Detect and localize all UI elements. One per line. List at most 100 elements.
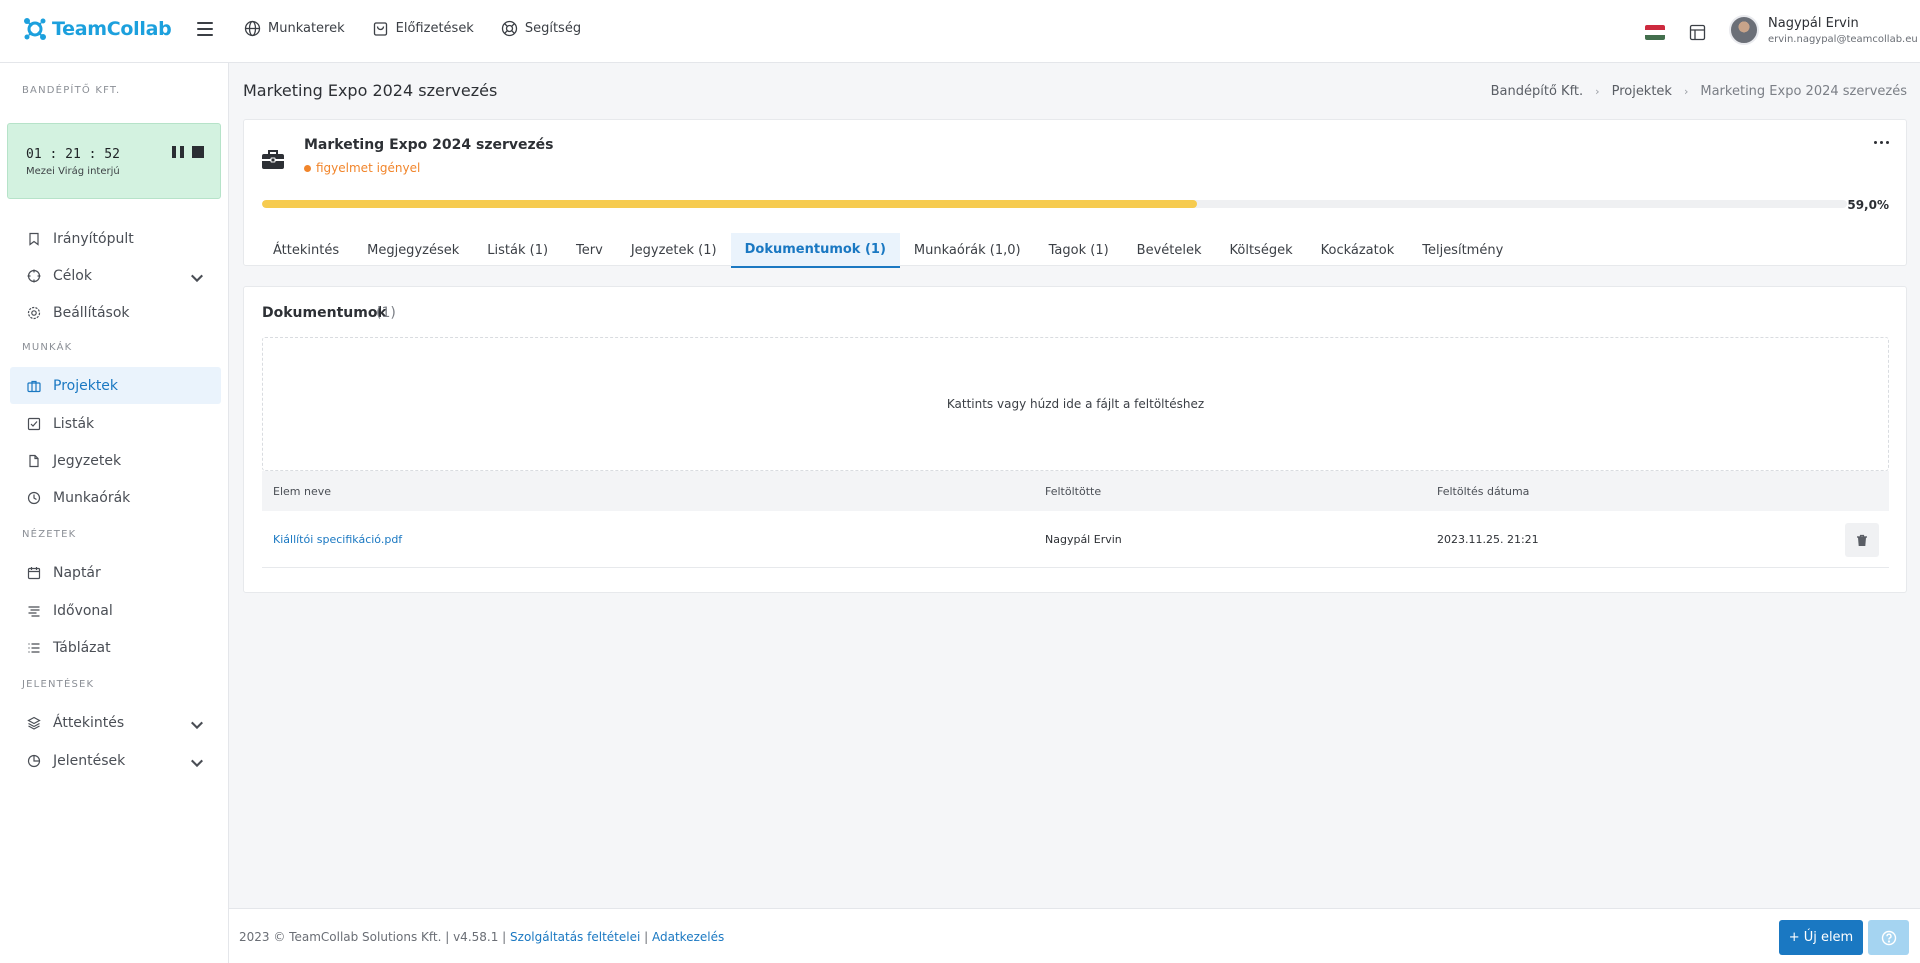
tab-attekintes[interactable]: Áttekintés — [259, 233, 353, 268]
user-email: ervin.nagypal@teamcollab.eu — [1768, 33, 1918, 45]
sidebar-item-projektek[interactable]: Projektek — [10, 367, 221, 404]
avatar — [1729, 15, 1759, 45]
copyright: 2023 © TeamCollab Solutions Kft. | v4.58… — [239, 930, 507, 944]
chevron-right-icon: › — [1683, 85, 1689, 98]
shopping-bag-icon — [373, 22, 387, 36]
tab-teljesitmeny[interactable]: Teljesítmény — [1408, 233, 1517, 268]
clock-icon — [27, 491, 41, 504]
delete-button[interactable] — [1845, 523, 1879, 557]
layers-icon — [27, 716, 41, 730]
list-icon — [28, 642, 40, 653]
sidebar-item-label: Projektek — [53, 377, 119, 394]
hungarian-flag-icon[interactable] — [1645, 25, 1665, 40]
sidebar-item-jelentesek[interactable]: Jelentések — [10, 742, 221, 779]
stop-icon[interactable] — [192, 146, 204, 158]
documents-title: Dokumentumok — [262, 305, 387, 321]
progress-fill — [262, 200, 1198, 208]
status-badge: figyelmet igényel — [304, 161, 420, 175]
documents-card: Dokumentumok (1) Kattints vagy húzd ide … — [243, 286, 1907, 593]
sidebar-item-attekintes[interactable]: Áttekintés — [10, 704, 221, 741]
uploader: Nagypál Ervin — [1045, 532, 1122, 546]
new-item-label: Új elem — [1803, 930, 1854, 945]
sidebar-item-celok[interactable]: Célok — [10, 257, 221, 294]
sidebar-item-munkaorak[interactable]: Munkaórák — [10, 479, 221, 516]
tab-megjegyzesek[interactable]: Megjegyzések — [353, 233, 473, 268]
sidebar-item-idovonal[interactable]: Idővonal — [10, 592, 221, 629]
breadcrumb-item[interactable]: Bandépítő Kft. — [1491, 84, 1584, 99]
sidebar-item-label: Jelentések — [53, 752, 126, 769]
topnav-label: Előfizetések — [395, 21, 474, 36]
tab-terv[interactable]: Terv — [562, 233, 617, 268]
tab-listak[interactable]: Listák (1) — [473, 233, 562, 268]
tab-dokumentumok[interactable]: Dokumentumok (1) — [730, 233, 900, 268]
privacy-link[interactable]: Adatkezelés — [652, 930, 724, 944]
user-menu[interactable]: Nagypál Ervin ervin.nagypal@teamcollab.e… — [1729, 15, 1918, 45]
more-options-icon[interactable] — [1874, 141, 1889, 144]
top-nav: Munkaterek Előfizetések Segítség — [244, 20, 581, 37]
pie-chart-icon — [27, 754, 41, 767]
calendar-icon — [27, 566, 41, 579]
column-header[interactable]: Elem neve — [262, 485, 1045, 498]
sidebar: BANDÉPÍTŐ KFT. 01 : 21 : 52 Mezei Virág … — [0, 63, 229, 963]
pause-icon[interactable] — [172, 146, 184, 158]
column-header[interactable]: Feltöltés dátuma — [1437, 485, 1737, 498]
file-link[interactable]: Kiállítói specifikáció.pdf — [273, 533, 402, 546]
breadcrumb-current: Marketing Expo 2024 szervezés — [1700, 84, 1907, 99]
sidebar-item-label: Idővonal — [53, 602, 113, 619]
upload-date: 2023.11.25. 21:21 — [1437, 532, 1539, 546]
sidebar-item-beallitasok[interactable]: Beállítások — [10, 294, 221, 331]
new-item-button[interactable]: + Új elem — [1779, 920, 1863, 955]
sidebar-item-label: Listák — [53, 415, 95, 432]
help-button[interactable] — [1868, 920, 1909, 955]
sidebar-item-label: Jegyzetek — [53, 452, 122, 469]
footer: 2023 © TeamCollab Solutions Kft. | v4.58… — [229, 908, 1920, 963]
sidebar-item-iranyitopult[interactable]: Irányítópult — [10, 220, 221, 257]
menu-toggle-icon[interactable] — [197, 22, 213, 36]
layout-icon[interactable] — [1689, 24, 1706, 41]
project-name: Marketing Expo 2024 szervezés — [304, 137, 554, 153]
sidebar-item-naptar[interactable]: Naptár — [10, 554, 221, 591]
logo[interactable]: TeamCollab — [22, 16, 172, 42]
terms-link[interactable]: Szolgáltatás feltételei — [510, 930, 640, 944]
breadcrumb-item[interactable]: Projektek — [1612, 84, 1672, 99]
sidebar-item-label: Munkaórák — [53, 489, 131, 506]
sidebar-item-label: Célok — [53, 267, 92, 284]
tab-kockazatok[interactable]: Kockázatok — [1307, 233, 1409, 268]
timer-time: 01 : 21 : 52 — [26, 147, 120, 162]
sidebar-item-label: Áttekintés — [53, 714, 125, 731]
active-timer[interactable]: 01 : 21 : 52 Mezei Virág interjú — [7, 123, 221, 199]
progress-label: 59,0% — [1847, 198, 1889, 212]
user-name: Nagypál Ervin — [1768, 15, 1859, 31]
tab-tagok[interactable]: Tagok (1) — [1035, 233, 1123, 268]
trash-icon — [1857, 534, 1867, 546]
topnav-segitseg[interactable]: Segítség — [501, 20, 581, 37]
teamcollab-logo-icon — [24, 18, 46, 40]
gear-icon — [27, 306, 41, 319]
sidebar-item-label: Táblázat — [53, 639, 111, 656]
sidebar-item-tablazat[interactable]: Táblázat — [10, 629, 221, 666]
sidebar-item-jegyzetek[interactable]: Jegyzetek — [10, 442, 221, 479]
topnav-munkaterek[interactable]: Munkaterek — [244, 20, 345, 37]
footer-text: 2023 © TeamCollab Solutions Kft. | v4.58… — [239, 930, 724, 944]
breadcrumb: Bandépítő Kft. › Projektek › Marketing E… — [1491, 84, 1907, 99]
status-dot-icon — [304, 164, 311, 172]
sidebar-item-listak[interactable]: Listák — [10, 405, 221, 442]
tab-bevetelek[interactable]: Bevételek — [1123, 233, 1216, 268]
timeline-icon — [28, 605, 40, 617]
footer-separator: | — [644, 930, 649, 944]
file-dropzone[interactable]: Kattints vagy húzd ide a fájlt a feltölt… — [262, 337, 1889, 471]
chevron-down-icon — [191, 721, 203, 730]
topnav-elofizetesek[interactable]: Előfizetések — [372, 20, 474, 37]
sidebar-item-label: Beállítások — [53, 304, 130, 321]
tab-jegyzetek[interactable]: Jegyzetek (1) — [617, 233, 731, 268]
project-tabs: Áttekintés Megjegyzések Listák (1) Terv … — [259, 233, 1517, 268]
section-title-nezetek: NÉZETEK — [22, 529, 77, 540]
brand-name: TeamCollab — [52, 18, 172, 40]
column-header[interactable]: Feltöltötte — [1045, 485, 1437, 498]
lifebuoy-icon — [501, 20, 517, 37]
project-card: Marketing Expo 2024 szervezés figyelmet … — [243, 119, 1907, 268]
tab-munkaorak[interactable]: Munkaórák (1,0) — [900, 233, 1035, 268]
page-title: Marketing Expo 2024 szervezés — [243, 81, 498, 100]
tab-koltsegek[interactable]: Költségek — [1216, 233, 1307, 268]
checkbox-icon — [27, 417, 41, 430]
